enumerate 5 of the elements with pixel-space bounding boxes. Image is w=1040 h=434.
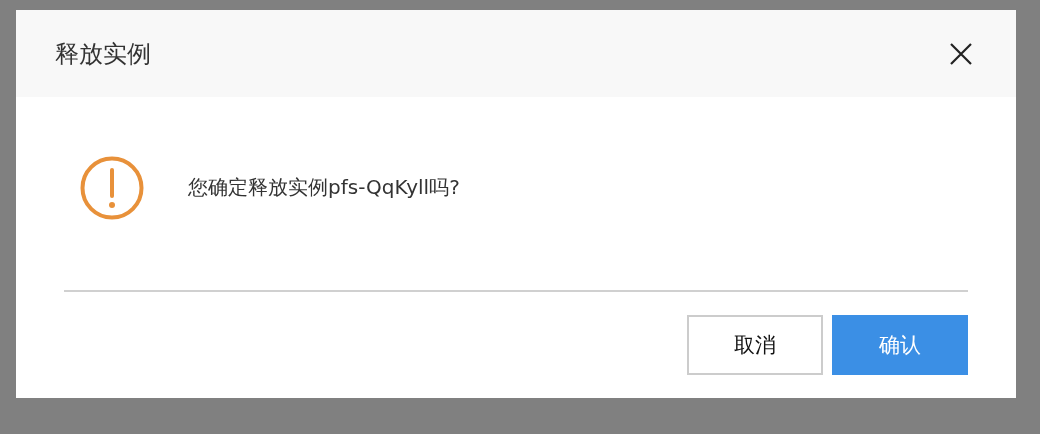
cancel-button[interactable]: 取消 bbox=[687, 315, 823, 375]
confirm-message: 您确定释放实例pfs-QqKyll吗? bbox=[188, 174, 460, 201]
dialog-title: 释放实例 bbox=[55, 38, 151, 70]
close-icon[interactable] bbox=[950, 42, 972, 65]
warning-icon bbox=[80, 155, 144, 220]
